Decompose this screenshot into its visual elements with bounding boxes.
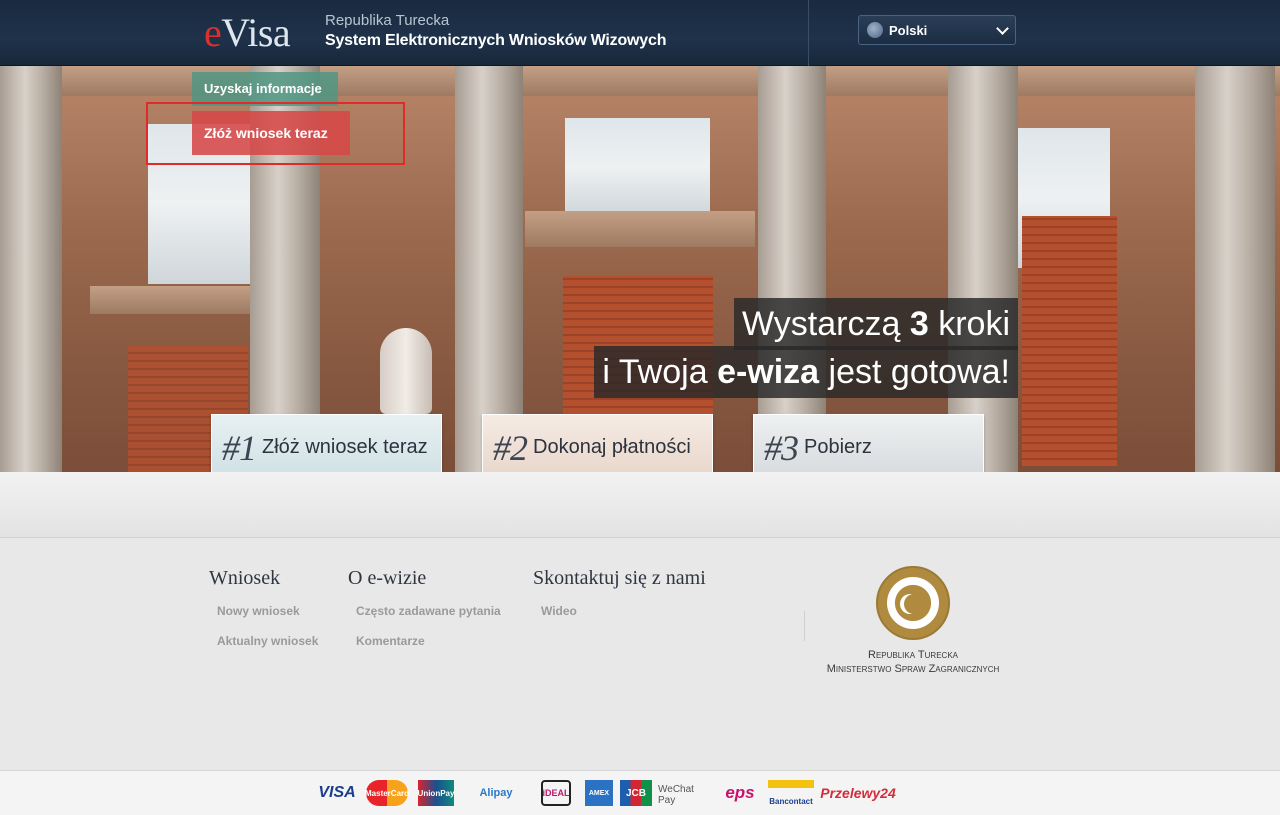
ministry-title: Ministerstwo Spraw Zagranicznych bbox=[826, 663, 1000, 675]
unionpay-icon: UnionPay bbox=[418, 780, 454, 806]
site-title-country: Republika Turecka bbox=[325, 12, 450, 29]
headline-text: i Twoja bbox=[602, 353, 718, 391]
evisa-logo[interactable]: eVisa bbox=[204, 10, 291, 56]
step-number: #2 bbox=[493, 427, 528, 468]
hero-beam-left bbox=[90, 286, 265, 314]
ministry-seal-icon[interactable] bbox=[876, 566, 950, 640]
step-2-payment[interactable]: #2 Dokonaj płatności bbox=[482, 414, 713, 481]
footer-link-comments[interactable]: Komentarze bbox=[356, 634, 501, 664]
hero-column-5 bbox=[948, 66, 1018, 472]
headline-text: jest gotowa! bbox=[819, 353, 1010, 391]
footer-col-application: Wniosek Nowy wniosek Aktualny wniosek bbox=[209, 567, 318, 664]
ministry-name: Republika Turecka Ministerstwo Spraw Zag… bbox=[804, 648, 1022, 676]
step-label: Dokonaj płatności bbox=[533, 436, 691, 458]
chevron-down-icon bbox=[996, 22, 1009, 35]
logo-visa: Visa bbox=[221, 10, 291, 55]
step-1-apply[interactable]: #1 Złóż wniosek teraz bbox=[211, 414, 442, 481]
ministry-country: Republika Turecka bbox=[868, 649, 958, 661]
step-number: #1 bbox=[222, 427, 257, 468]
visa-icon: VISA bbox=[318, 784, 356, 801]
headline-text: kroki bbox=[928, 305, 1010, 343]
apply-now-highlight bbox=[146, 102, 405, 165]
hero-column-3 bbox=[455, 66, 523, 472]
wechat-pay-icon: WeChat Pay bbox=[658, 784, 694, 806]
hero-sky-center bbox=[565, 118, 710, 216]
hero-statue bbox=[380, 328, 432, 414]
ideal-icon: iDEAL bbox=[541, 780, 571, 806]
header-divider bbox=[808, 0, 809, 66]
footer-heading: O e-wizie bbox=[348, 567, 427, 589]
footer-heading: Skontaktuj się z nami bbox=[533, 567, 706, 589]
step-label: Pobierz bbox=[804, 436, 872, 458]
footer-col-contact: Skontaktuj się z nami Wideo bbox=[533, 567, 706, 634]
footer-link-new-application[interactable]: Nowy wniosek bbox=[217, 604, 318, 634]
jcb-icon: JCB bbox=[620, 780, 652, 806]
language-value: Polski bbox=[889, 22, 928, 38]
headline-text: Wystarczą bbox=[742, 305, 910, 343]
step-3-download[interactable]: #3 Pobierz bbox=[753, 414, 984, 481]
hero-column-6 bbox=[1195, 66, 1275, 472]
alipay-icon: Alipay bbox=[479, 787, 513, 799]
step-label: Złóż wniosek teraz bbox=[262, 436, 428, 458]
get-information-link[interactable]: Uzyskaj informacje bbox=[192, 72, 338, 106]
step-number: #3 bbox=[764, 427, 799, 468]
hero-column-1 bbox=[0, 66, 62, 472]
headline-line-1: Wystarczą 3 kroki bbox=[734, 298, 1018, 350]
language-select[interactable]: Polski bbox=[858, 15, 1016, 45]
footer-col-about: O e-wizie Często zadawane pytania Koment… bbox=[348, 567, 501, 664]
logo-e: e bbox=[204, 10, 222, 55]
eps-icon: eps bbox=[725, 783, 755, 802]
content-strip bbox=[0, 472, 1280, 538]
payment-methods: VISA MasterCard UnionPay Alipay iDEAL AM… bbox=[0, 770, 1280, 815]
przelewy24-icon: Przelewy24 bbox=[820, 785, 896, 801]
footer-link-video[interactable]: Wideo bbox=[541, 604, 706, 634]
footer-link-faq[interactable]: Często zadawane pytania bbox=[356, 604, 501, 634]
headline-emphasis: 3 bbox=[909, 305, 929, 343]
mastercard-icon: MasterCard bbox=[365, 780, 409, 806]
site-title-system: System Elektronicznych Wniosków Wizowych bbox=[325, 32, 667, 49]
headline-line-2: i Twoja e-wiza jest gotowa! bbox=[594, 346, 1018, 398]
hero-beam-center bbox=[525, 211, 755, 247]
footer-heading: Wniosek bbox=[209, 567, 281, 589]
globe-icon bbox=[867, 22, 883, 38]
footer-divider bbox=[804, 611, 805, 641]
hero-column-4 bbox=[758, 66, 826, 472]
header: eVisa Republika Turecka System Elektroni… bbox=[0, 0, 1280, 66]
crescent-icon bbox=[904, 594, 924, 614]
amex-icon: AMEX bbox=[585, 780, 613, 806]
site-title: Republika Turecka System Elektronicznych… bbox=[325, 12, 666, 52]
footer: Wniosek Nowy wniosek Aktualny wniosek O … bbox=[0, 539, 1280, 770]
hero-ruins-right bbox=[1022, 216, 1117, 466]
bancontact-icon: Bancontact bbox=[768, 780, 814, 806]
headline-emphasis: e-wiza bbox=[717, 353, 820, 391]
footer-link-current-application[interactable]: Aktualny wniosek bbox=[217, 634, 318, 664]
